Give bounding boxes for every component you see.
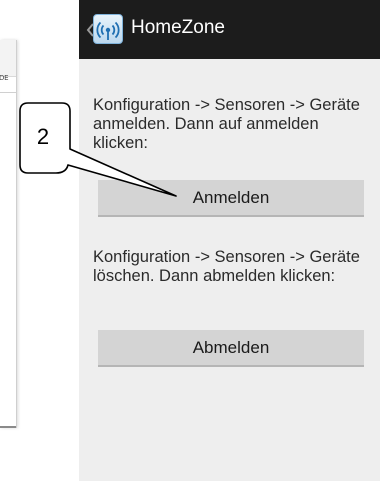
callout-step-number: 2 bbox=[36, 124, 50, 149]
step-callout bbox=[19, 102, 177, 197]
